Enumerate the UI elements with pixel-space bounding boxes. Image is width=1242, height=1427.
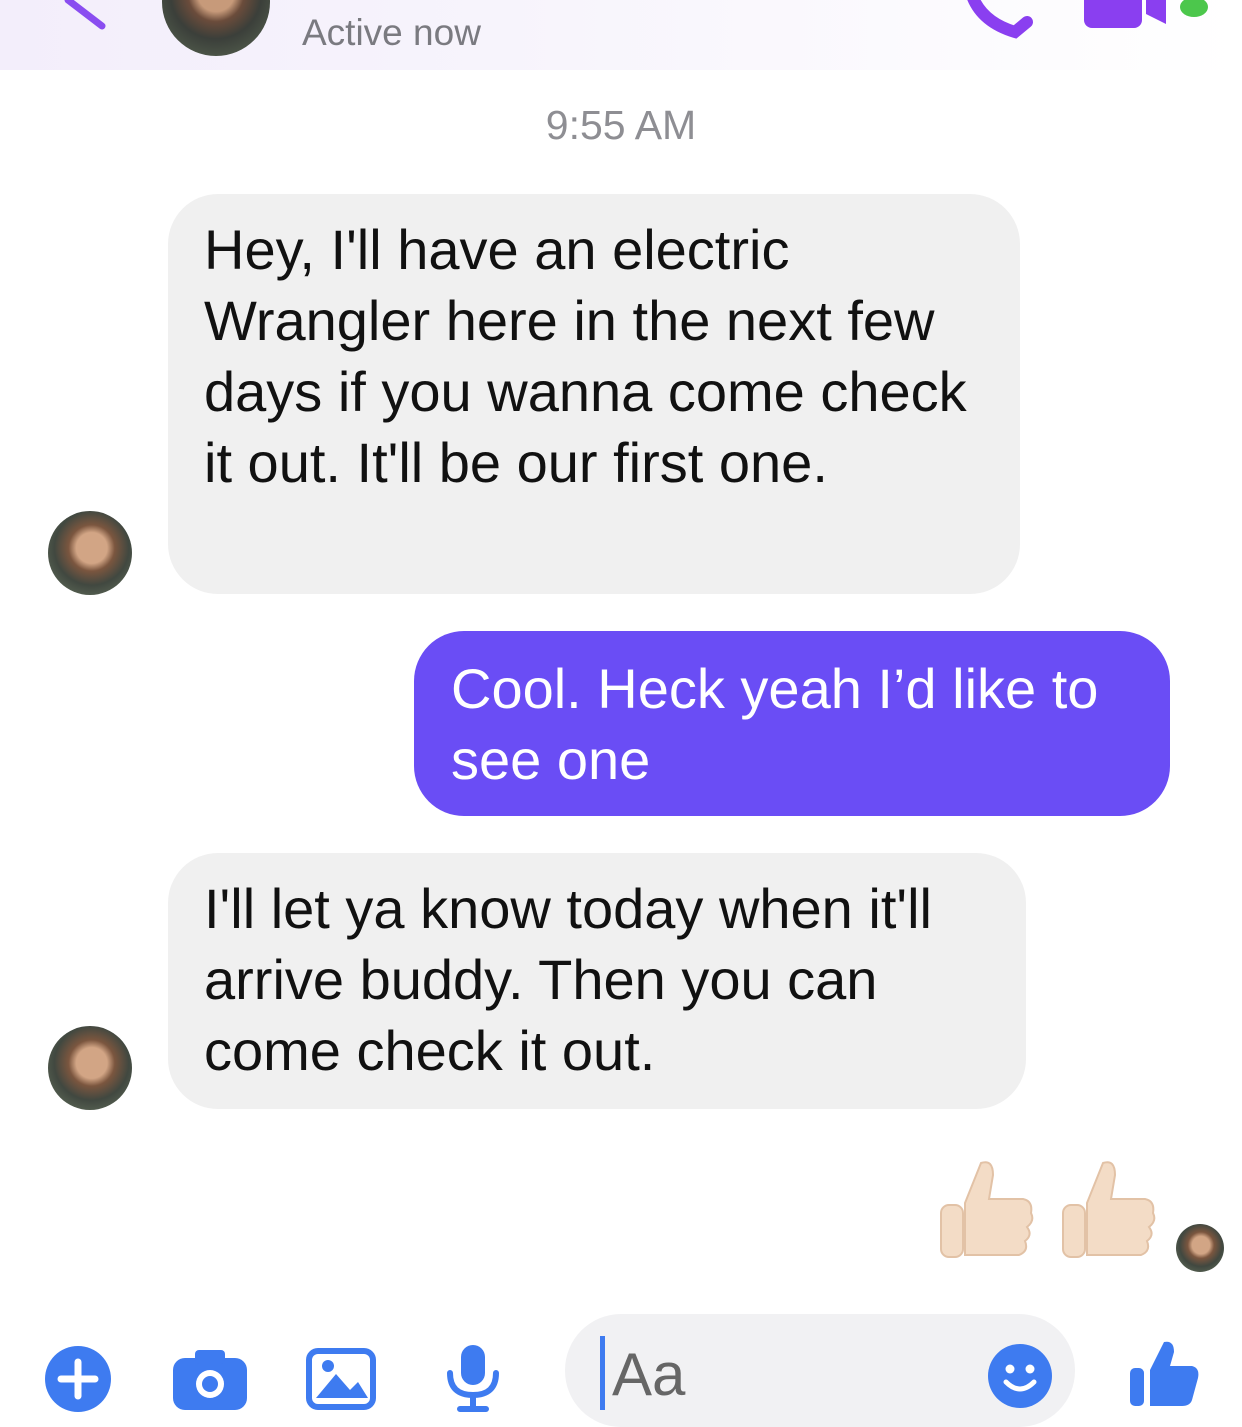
phone-call-icon[interactable]	[965, 0, 1035, 40]
online-indicator	[1180, 0, 1208, 17]
text-caret	[600, 1336, 605, 1410]
message-composer: Aa	[0, 1300, 1242, 1427]
contact-avatar[interactable]	[162, 0, 270, 56]
incoming-message-bubble[interactable]: I'll let ya know today when it'll arrive…	[168, 853, 1026, 1109]
message-timestamp: 9:55 AM	[545, 102, 697, 148]
back-chevron-icon[interactable]	[60, 0, 110, 30]
incoming-message-bubble[interactable]: Hey, I'll have an electric Wrangler here…	[168, 194, 1020, 594]
outgoing-message-bubble[interactable]: Cool. Heck yeah I’d like to see one	[414, 631, 1170, 816]
seen-receipt-avatar	[1176, 1224, 1224, 1272]
message-input-placeholder: Aa	[612, 1341, 686, 1408]
active-status: Active now	[302, 12, 481, 53]
sender-avatar[interactable]	[48, 511, 132, 595]
microphone-icon[interactable]	[444, 1343, 502, 1413]
thumbs-up-icon[interactable]	[1128, 1338, 1200, 1410]
gallery-icon[interactable]	[306, 1348, 376, 1410]
video-call-icon[interactable]	[1084, 0, 1174, 34]
thumbs-up-emoji[interactable]	[935, 1155, 1035, 1265]
camera-icon[interactable]	[173, 1348, 247, 1410]
emoji-icon[interactable]	[986, 1342, 1054, 1410]
sender-avatar[interactable]	[48, 1026, 132, 1110]
chat-header: Active now	[0, 0, 1242, 70]
thumbs-up-emoji[interactable]	[1057, 1155, 1157, 1265]
plus-icon[interactable]	[45, 1346, 111, 1412]
